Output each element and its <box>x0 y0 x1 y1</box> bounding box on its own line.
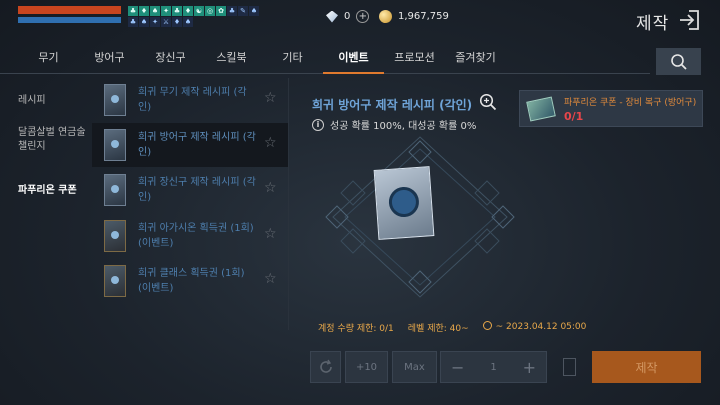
buff-icon: ♠ <box>150 6 160 16</box>
buff-icon: ♣ <box>172 6 182 16</box>
required-material[interactable]: 파푸리온 쿠폰 - 장비 복구 (방어구) 0/1 <box>519 90 703 127</box>
ticket-icon <box>104 220 126 252</box>
buff-icons: ♣ ♦ ♠ ✦ ♣ ♦ ☯ ◎ ✿ ♣ ✎ ♠ ♣ ♠ ✦ ⚔ ♦ ♠ <box>128 6 266 27</box>
success-rate-text: 성공 확률 100%, 대성공 확률 0% <box>330 121 477 132</box>
clock-icon <box>482 321 492 330</box>
material-count: 0/1 <box>564 110 584 123</box>
craft-button[interactable]: 제작 <box>592 351 701 383</box>
recipe-row[interactable]: 희귀 장신구 제작 레시피 (각인) ☆ <box>92 168 288 212</box>
tab-event[interactable]: 이벤트 <box>323 44 384 74</box>
ticket-icon <box>104 265 126 297</box>
reset-button[interactable] <box>310 351 341 383</box>
favorite-star-icon[interactable]: ☆ <box>264 90 277 106</box>
buff-icon: ✎ <box>238 6 248 16</box>
increment-button[interactable]: + <box>523 358 536 377</box>
search-icon <box>670 53 687 70</box>
recipe-row[interactable]: 희귀 무기 제작 레시피 (각인) ☆ <box>92 78 288 122</box>
recipe-name: 희귀 방어구 제작 레시피 (각인) <box>138 132 256 158</box>
buff-icon: ✦ <box>150 17 160 27</box>
diamond-currency: 0 + <box>326 10 370 23</box>
favorite-star-icon[interactable]: ☆ <box>264 180 277 196</box>
quantity-stepper: − 1 + <box>440 351 547 383</box>
helmet-emblem-icon <box>387 185 420 219</box>
max-button[interactable]: Max <box>392 351 437 383</box>
diamond-amount: 0 <box>344 11 351 22</box>
plus10-button[interactable]: +10 <box>345 351 388 383</box>
search-button[interactable] <box>656 48 701 75</box>
recipe-row[interactable]: 희귀 아가시온 획득권 (1회) (이벤트) ☆ <box>92 214 288 258</box>
success-rate: i 성공 확률 100%, 대성공 확률 0% <box>312 117 476 132</box>
recipe-scroll-icon <box>104 129 126 161</box>
buff-icon: ☯ <box>194 6 204 16</box>
subcategory-recipe[interactable]: 레시피 <box>18 94 90 108</box>
zoom-in-icon[interactable] <box>479 93 497 111</box>
recipe-name: 희귀 아가시온 획득권 (1회) (이벤트) <box>138 223 254 249</box>
recipe-name: 희귀 장신구 제작 레시피 (각인) <box>138 177 256 203</box>
recipe-scroll-icon <box>104 84 126 116</box>
buff-icon: ♦ <box>172 17 182 27</box>
vitals <box>18 6 126 26</box>
favorite-star-icon[interactable]: ☆ <box>264 271 277 287</box>
quantity-value[interactable]: 1 <box>490 362 496 373</box>
buff-icon: ♣ <box>128 17 138 27</box>
exit-icon[interactable] <box>678 9 700 31</box>
armor-recipe-scroll-icon <box>373 166 435 240</box>
buff-icon: ♠ <box>249 6 259 16</box>
mp-bar <box>18 17 121 23</box>
tab-weapon[interactable]: 무기 <box>18 44 79 74</box>
decrement-button[interactable]: − <box>451 358 464 377</box>
tab-armor[interactable]: 방어구 <box>79 44 140 74</box>
category-tabs: 무기 방어구 장신구 스킬북 기타 이벤트 프로모션 즐겨찾기 <box>18 44 506 74</box>
calculator-icon[interactable] <box>563 358 576 376</box>
buff-icon: ✿ <box>216 6 226 16</box>
favorite-star-icon[interactable]: ☆ <box>264 135 277 151</box>
buff-icon: ⚔ <box>161 17 171 27</box>
recipe-row[interactable]: 희귀 클래스 획득권 (1회) (이벤트) ☆ <box>92 259 288 303</box>
buff-icon: ♦ <box>139 6 149 16</box>
date-limit-wrap: ~ 2023.04.12 05:00 <box>482 321 587 334</box>
gold-amount: 1,967,759 <box>398 11 449 22</box>
list-divider <box>288 78 289 330</box>
refresh-icon <box>319 359 332 373</box>
buff-icon: ✦ <box>161 6 171 16</box>
status-bar: ♣ ♦ ♠ ✦ ♣ ♦ ☯ ◎ ✿ ♣ ✎ ♠ ♣ ♠ ✦ ⚔ ♦ ♠ 0 + 1,967,759 제작 <box>0 0 720 40</box>
buff-icon: ♠ <box>183 17 193 27</box>
tab-skillbook[interactable]: 스킬북 <box>201 44 262 74</box>
recipe-name: 희귀 무기 제작 레시피 (각인) <box>138 87 247 113</box>
subcategory-papurion-coupon[interactable]: 파푸리온 쿠폰 <box>18 184 90 198</box>
add-diamond-button[interactable]: + <box>356 10 370 23</box>
buff-icon: ♣ <box>227 6 237 16</box>
craft-limits: 계정 수량 제한: 0/1 레벨 제한: 40~ ~ 2023.04.12 05… <box>318 321 586 334</box>
info-icon: i <box>312 118 324 131</box>
favorite-star-icon[interactable]: ☆ <box>264 226 277 242</box>
buff-icon: ♠ <box>139 17 149 27</box>
coupon-icon <box>526 96 556 122</box>
account-limit: 계정 수량 제한: 0/1 <box>318 324 394 334</box>
recipe-row[interactable]: 희귀 방어구 제작 레시피 (각인) ☆ <box>92 123 288 167</box>
tab-promotion[interactable]: 프로모션 <box>384 44 445 74</box>
material-name: 파푸리온 쿠폰 - 장비 복구 (방어구) <box>564 98 697 108</box>
recipe-name: 희귀 클래스 획득권 (1회) (이벤트) <box>138 268 245 294</box>
gold-currency: 1,967,759 <box>379 10 449 23</box>
hp-bar <box>18 6 121 14</box>
diamond-icon <box>326 10 338 23</box>
level-limit: 레벨 제한: 40~ <box>407 324 469 334</box>
date-limit: ~ 2023.04.12 05:00 <box>495 322 587 332</box>
gold-coin-icon <box>379 10 392 23</box>
tab-etc[interactable]: 기타 <box>262 44 323 74</box>
tab-favorites[interactable]: 즐겨찾기 <box>445 44 506 74</box>
recipe-scroll-icon <box>104 174 126 206</box>
buff-icon: ♦ <box>183 6 193 16</box>
page-title: 제작 <box>636 14 670 34</box>
recipe-title: 희귀 방어구 제작 레시피 (각인) <box>312 98 473 112</box>
buff-icon: ◎ <box>205 6 215 16</box>
subcategory-alchemy-challenge[interactable]: 달콤살벌 연금술 챌린지 <box>18 126 90 154</box>
buff-icon: ♣ <box>128 6 138 16</box>
tab-accessory[interactable]: 장신구 <box>140 44 201 74</box>
